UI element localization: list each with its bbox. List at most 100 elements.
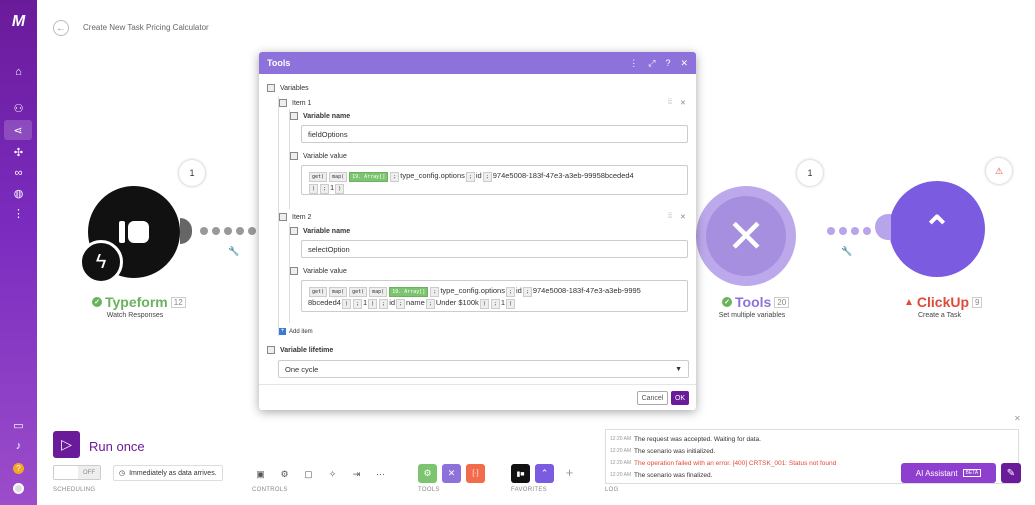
ai-assistant-label: AI Assistant: [915, 468, 958, 478]
route-wrench-icon[interactable]: 🔧: [841, 246, 852, 257]
flow-control-icon[interactable]: ⇥: [348, 466, 365, 483]
log-text: The scenario was finalized.: [634, 471, 713, 479]
formula-token: ;: [522, 287, 532, 297]
bell-icon[interactable]: ♪: [0, 436, 37, 456]
add-favorite-icon[interactable]: +: [561, 464, 578, 481]
variable-value-label: Variable value: [303, 152, 347, 160]
text-parser-icon[interactable]: [·]: [466, 464, 485, 483]
collapse-icon[interactable]: [267, 84, 275, 92]
schedule-setting[interactable]: ◷ Immediately as data arrives.: [113, 465, 223, 481]
modal-expand-icon[interactable]: ⤢: [648, 58, 655, 69]
collapse-icon[interactable]: [279, 213, 287, 221]
formula-token: ;: [352, 299, 362, 309]
tools-gear-icon[interactable]: ⚙: [418, 464, 437, 483]
collapse-icon[interactable]: [290, 227, 298, 235]
cancel-button[interactable]: Cancel: [637, 391, 668, 405]
typeform-fav-icon[interactable]: ▮■: [511, 464, 530, 483]
route-wrench-icon[interactable]: 🔧: [228, 246, 239, 257]
remove-item-icon[interactable]: ✕: [680, 99, 686, 107]
run-once-button[interactable]: ▷: [53, 431, 80, 458]
item-2-name-label-row: Variable name: [290, 227, 350, 235]
share-icon[interactable]: ⋖: [4, 120, 32, 140]
help-icon[interactable]: ?: [0, 458, 37, 478]
section-favorites: FAVORITES: [511, 487, 547, 493]
formula-token: map(: [329, 287, 348, 297]
collapse-icon[interactable]: [279, 99, 287, 107]
modal-menu-icon[interactable]: ⋮: [629, 58, 638, 69]
formula-text: id: [475, 171, 482, 180]
clickup-fav-icon[interactable]: ⌃: [535, 464, 554, 483]
item-1-toggle[interactable]: Item 1: [279, 99, 311, 107]
add-item-button[interactable]: + Add item: [279, 328, 313, 335]
drag-handle-icon[interactable]: ⁞⁞: [668, 99, 672, 106]
close-small-icon[interactable]: ✕: [1014, 414, 1021, 423]
save-icon[interactable]: ▣: [252, 466, 269, 483]
make-logo[interactable]: M: [0, 12, 37, 32]
item-2-value-input[interactable]: get(map(get(map(19. Array[]; type_config.…: [301, 280, 688, 312]
modal-close-icon[interactable]: ✕: [680, 58, 688, 69]
item-1-value-input[interactable]: get(map(19. Array[]; type_config.options;…: [301, 165, 688, 195]
collapse-icon[interactable]: [267, 346, 275, 354]
clickup-module[interactable]: ⌃: [889, 181, 985, 277]
users-icon[interactable]: ⚇: [0, 98, 37, 118]
formula-token: ): [309, 184, 319, 194]
page-title: Create New Task Pricing Calculator: [83, 23, 209, 32]
back-arrow-icon[interactable]: ←: [53, 20, 69, 36]
log-text: The scenario was initialized.: [634, 447, 716, 455]
lifetime-select[interactable]: One cycle ▼: [278, 360, 689, 378]
puzzle-icon[interactable]: ✣: [0, 142, 37, 162]
formula-text: id: [515, 286, 522, 295]
schedule-text: Immediately as data arrives.: [129, 469, 217, 477]
clickup-warning-bubble[interactable]: ⚠: [986, 158, 1012, 184]
more-controls-icon[interactable]: ⋯: [372, 466, 389, 483]
formula-token: ): [341, 299, 351, 309]
formula-token: ;: [390, 172, 400, 182]
home-icon[interactable]: ⌂: [0, 62, 37, 82]
formula-text: 1: [330, 183, 335, 192]
collapse-icon[interactable]: [290, 267, 298, 275]
item-2-name-input[interactable]: selectOption: [301, 240, 688, 258]
avatar-icon[interactable]: [0, 478, 37, 498]
scheduling-toggle[interactable]: OFF: [53, 465, 101, 480]
notes-icon[interactable]: ▢: [300, 466, 317, 483]
tools-bubble[interactable]: 1: [797, 160, 823, 186]
ok-button[interactable]: OK: [671, 391, 689, 405]
formula-text: 974e5008-183f-47e3-a3eb-99958bceded4: [492, 171, 634, 180]
tools-sub: Set multiple variables: [718, 312, 786, 319]
tools-module[interactable]: ✕: [696, 186, 796, 286]
formula-token: 19. Array[]: [349, 172, 389, 182]
variables-label: Variables: [280, 84, 309, 92]
drag-handle-icon[interactable]: ⁞⁞: [668, 213, 672, 220]
book-icon[interactable]: ▭: [0, 415, 37, 435]
success-icon: ✓: [92, 297, 102, 307]
formula-token: ;: [465, 172, 475, 182]
log-time: 12:20 AM: [610, 436, 632, 442]
tools-name: Tools: [735, 294, 772, 310]
clickup-number: 9: [972, 296, 983, 308]
remove-item-icon[interactable]: ✕: [680, 213, 686, 221]
section-scheduling: SCHEDULING: [53, 487, 96, 493]
sidebar: M ⌂ ⚇ ⋖ ✣ ∞ ◍ ⋮ ▭ ♪ ?: [0, 0, 37, 505]
variables-toggle[interactable]: Variables: [267, 84, 309, 92]
settings-icon[interactable]: ⚙: [276, 466, 293, 483]
tools-wrench-icon[interactable]: ✕: [442, 464, 461, 483]
bottom-toolbar: ▷ Run once OFF ◷ Immediately as data arri…: [37, 425, 1035, 505]
formula-token: ;: [379, 299, 389, 309]
collapse-icon[interactable]: [290, 112, 298, 120]
auto-align-icon[interactable]: ✧: [324, 466, 341, 483]
more-icon[interactable]: ⋮: [0, 203, 37, 223]
variable-name-label: Variable name: [303, 112, 351, 120]
globe-icon[interactable]: ◍: [0, 183, 37, 203]
item-1-name-input[interactable]: fieldOptions: [301, 125, 688, 143]
modal-help-icon[interactable]: ?: [665, 58, 670, 68]
run-once-label[interactable]: Run once: [89, 439, 145, 454]
ai-assistant-button[interactable]: AI Assistant BETA: [901, 463, 996, 483]
typeform-label: ✓ Typeform 12: [92, 294, 186, 310]
link-icon[interactable]: ∞: [0, 163, 37, 183]
tools-number: 20: [774, 296, 790, 308]
collapse-icon[interactable]: [290, 152, 298, 160]
item-2-toggle[interactable]: Item 2: [279, 213, 311, 221]
typeform-bubble[interactable]: 1: [179, 160, 205, 186]
formula-token: map(: [369, 287, 388, 297]
chat-icon[interactable]: ✎: [1001, 463, 1021, 483]
